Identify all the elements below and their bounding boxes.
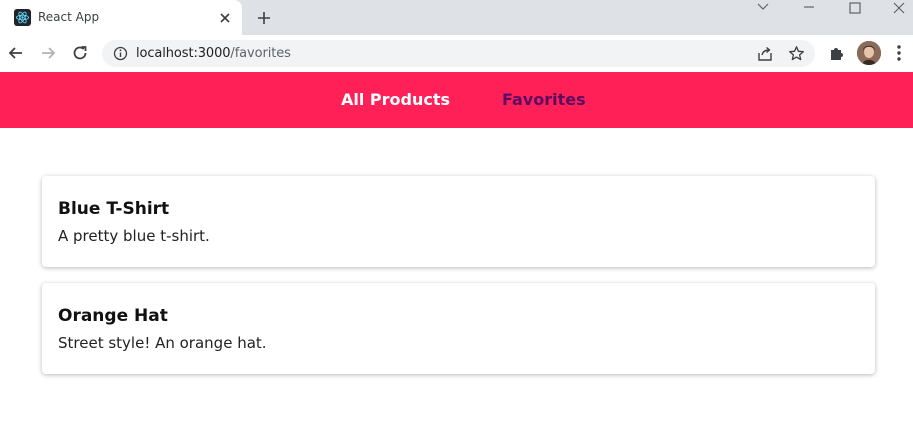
product-description: A pretty blue t-shirt. [58, 227, 210, 245]
product-description: Street style! An orange hat. [58, 334, 267, 352]
tab-title: React App [38, 10, 100, 24]
forward-arrow-icon[interactable] [39, 44, 57, 62]
url-host: localhost:3000 [136, 46, 231, 61]
product-title: Orange Hat [58, 306, 168, 326]
back-arrow-icon[interactable] [7, 44, 25, 62]
reload-icon[interactable] [71, 44, 89, 62]
product-card: Orange Hat Street style! An orange hat. [42, 283, 875, 374]
product-card: Blue T-Shirt A pretty blue t-shirt. [42, 176, 875, 267]
minimize-icon[interactable] [794, 0, 824, 16]
close-window-icon[interactable] [884, 0, 913, 16]
puzzle-icon[interactable] [828, 44, 846, 62]
maximize-icon[interactable] [840, 0, 870, 16]
nav-link-all-products[interactable]: All Products [341, 90, 450, 109]
info-icon[interactable] [113, 46, 128, 61]
plus-icon[interactable] [256, 10, 272, 26]
kebab-menu-icon[interactable] [895, 44, 903, 62]
tab-strip: React App [0, 0, 913, 35]
star-icon[interactable] [788, 45, 805, 62]
avatar[interactable] [857, 41, 881, 65]
browser-toolbar: localhost:3000/favorites [0, 35, 913, 72]
url-path: /favorites [230, 46, 291, 61]
chevron-down-icon[interactable] [748, 0, 778, 16]
browser-tab[interactable]: React App [0, 0, 242, 35]
product-title: Blue T-Shirt [58, 199, 170, 219]
nav-link-favorites[interactable]: Favorites [502, 90, 586, 109]
close-icon[interactable] [218, 10, 232, 24]
share-icon[interactable] [757, 46, 773, 62]
react-favicon-icon [14, 9, 31, 26]
url-text: localhost:3000/favorites [136, 46, 291, 61]
address-bar[interactable]: localhost:3000/favorites [102, 40, 815, 67]
main-navbar: All Products Favorites [0, 72, 913, 128]
